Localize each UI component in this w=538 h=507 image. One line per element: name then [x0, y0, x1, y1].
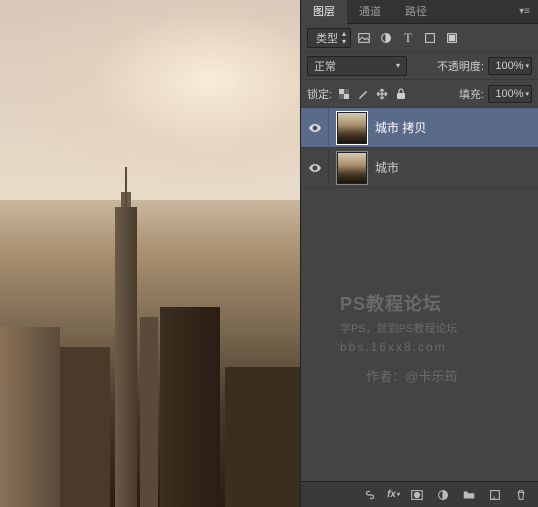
- opacity-value: 100%: [495, 60, 523, 72]
- lock-move-icon[interactable]: [374, 86, 390, 102]
- layers-list: 城市 拷贝 城市: [301, 108, 538, 481]
- new-group-icon[interactable]: [460, 486, 478, 504]
- filter-type-label: 类型: [316, 30, 338, 46]
- lock-row: 锁定: 填充: 100% ▾: [301, 80, 538, 108]
- chevron-down-icon: ▾: [525, 62, 529, 70]
- chevron-down-icon: ▾: [396, 61, 400, 70]
- lock-brush-icon[interactable]: [355, 86, 371, 102]
- layer-thumbnail[interactable]: [337, 112, 367, 144]
- filter-row: 类型 ▴▾ T: [301, 24, 538, 52]
- layer-thumbnail[interactable]: [337, 152, 367, 184]
- filter-type-select[interactable]: 类型 ▴▾: [307, 28, 351, 48]
- eye-icon: [307, 160, 323, 176]
- chevron-down-icon: ▾: [525, 90, 529, 98]
- smart-filter-icon[interactable]: [443, 29, 461, 47]
- link-layers-icon[interactable]: [361, 486, 379, 504]
- shape-filter-icon[interactable]: [421, 29, 439, 47]
- canvas-preview: [0, 0, 300, 507]
- tab-channels[interactable]: 通道: [347, 0, 393, 24]
- image-filter-icon[interactable]: [355, 29, 373, 47]
- delete-layer-icon[interactable]: [512, 486, 530, 504]
- canvas-buildings: [0, 167, 300, 507]
- lock-all-icon[interactable]: [393, 86, 409, 102]
- visibility-toggle[interactable]: [301, 108, 329, 148]
- type-filter-icon[interactable]: T: [399, 29, 417, 47]
- lock-label: 锁定:: [307, 86, 332, 102]
- lock-pixels-icon[interactable]: [336, 86, 352, 102]
- adjustment-filter-icon[interactable]: [377, 29, 395, 47]
- blend-mode-value: 正常: [314, 58, 336, 74]
- panel-tabs: 图层 通道 路径 ▾≡: [301, 0, 538, 24]
- layer-style-icon[interactable]: fx▾: [387, 489, 400, 500]
- panel-menu-icon[interactable]: ▾≡: [511, 6, 538, 17]
- tab-paths[interactable]: 路径: [393, 0, 439, 24]
- opacity-input[interactable]: 100% ▾: [488, 57, 532, 75]
- chevron-updown-icon: ▴▾: [342, 30, 346, 46]
- visibility-toggle[interactable]: [301, 148, 329, 188]
- blend-mode-select[interactable]: 正常 ▾: [307, 56, 407, 76]
- layer-item[interactable]: 城市: [301, 148, 538, 188]
- layers-bottom-bar: fx▾: [301, 481, 538, 507]
- layer-mask-icon[interactable]: [408, 486, 426, 504]
- new-layer-icon[interactable]: [486, 486, 504, 504]
- adjustment-layer-icon[interactable]: [434, 486, 452, 504]
- layers-panel: 图层 通道 路径 ▾≡ 类型 ▴▾ T 正常 ▾: [300, 0, 538, 507]
- opacity-label: 不透明度:: [437, 58, 484, 74]
- layer-item[interactable]: 城市 拷贝: [301, 108, 538, 148]
- fill-value: 100%: [495, 88, 523, 100]
- layer-name: 城市: [375, 159, 399, 176]
- fill-input[interactable]: 100% ▾: [488, 85, 532, 103]
- tab-layers[interactable]: 图层: [301, 0, 347, 24]
- eye-icon: [307, 120, 323, 136]
- fill-label: 填充:: [459, 86, 484, 102]
- layer-name: 城市 拷贝: [375, 119, 426, 136]
- blend-row: 正常 ▾ 不透明度: 100% ▾: [301, 52, 538, 80]
